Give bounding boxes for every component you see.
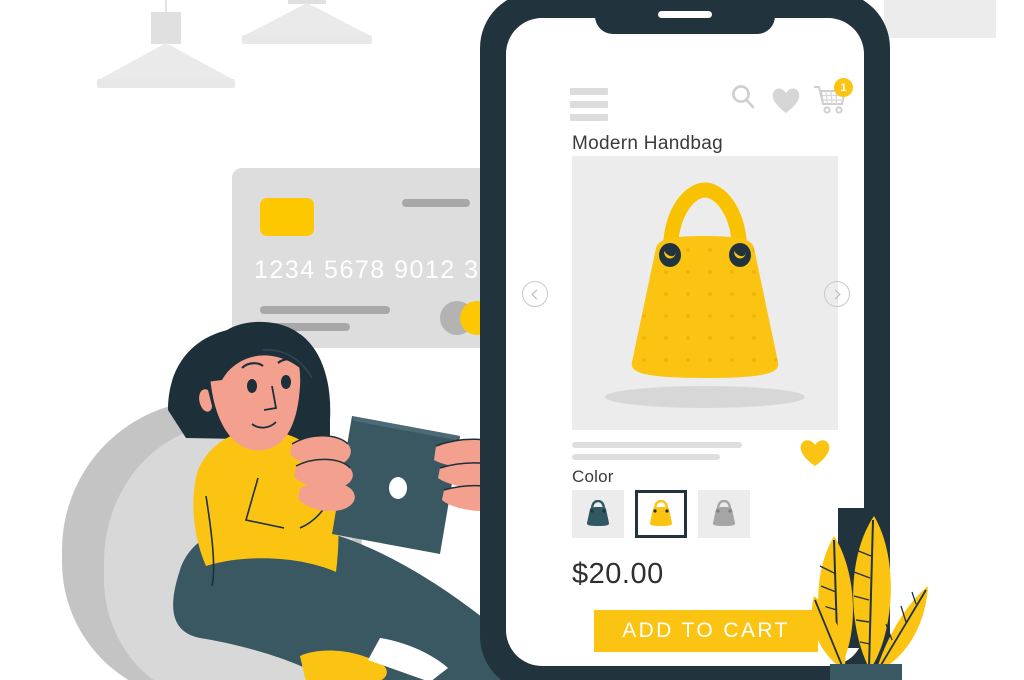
description-line-2	[572, 454, 720, 460]
wishlist-heart-icon[interactable]	[770, 85, 802, 120]
product-title: Modern Handbag	[572, 133, 724, 154]
phone-screen: 1 Modern Handbag Color $20.00 ADD TO CAR…	[506, 18, 864, 666]
hand-lower	[290, 435, 355, 512]
card-top-line	[402, 199, 470, 207]
hamburger-menu-icon[interactable]	[570, 88, 608, 121]
cart-badge: 1	[834, 78, 853, 97]
card-chip-icon	[260, 198, 314, 236]
bag-ring-left	[659, 243, 681, 267]
color-label: Color	[572, 467, 614, 486]
description-line-1	[572, 442, 742, 448]
phone-speaker	[658, 11, 712, 18]
pendant-lamp-right	[242, 0, 372, 80]
lamp-shade	[100, 43, 232, 79]
lamp-lip	[97, 79, 235, 88]
bag-ring-right	[729, 243, 751, 267]
favorite-heart-icon[interactable]	[798, 437, 832, 472]
shopping-cart-icon[interactable]: 1	[812, 78, 853, 121]
product-price: $20.00	[572, 558, 664, 590]
color-swatch-gray[interactable]	[698, 490, 750, 538]
search-icon[interactable]	[728, 82, 758, 117]
lamp-shade	[245, 3, 369, 35]
menu-bar-1	[570, 88, 608, 95]
product-image[interactable]	[572, 156, 838, 430]
prev-image-button[interactable]	[522, 281, 548, 307]
eye-right	[281, 375, 291, 389]
color-swatch-teal[interactable]	[572, 490, 624, 538]
card-name-line	[260, 306, 390, 314]
app-bar: 1	[506, 76, 864, 122]
plant-pot	[830, 664, 902, 680]
color-swatches	[572, 490, 750, 538]
add-to-cart-button[interactable]: ADD TO CART	[594, 610, 818, 652]
cart-badge-count: 1	[840, 81, 847, 94]
eye-left	[247, 379, 257, 393]
tablet-camera	[389, 477, 407, 499]
menu-bar-3	[570, 114, 608, 121]
potted-plant	[812, 508, 928, 680]
lamp-lip	[242, 35, 372, 44]
tablet	[332, 416, 460, 554]
next-image-button[interactable]	[824, 281, 850, 307]
illustration-scene: 1234 5678 9012 345 1 Modern Handbag Colo…	[0, 0, 1024, 680]
yellow-handbag-graphic	[631, 182, 779, 378]
pendant-lamp-left	[97, 0, 235, 110]
wall-picture-frame	[884, 0, 996, 38]
card-number: 1234 5678 9012 345	[254, 256, 511, 284]
lamp-neck	[151, 12, 181, 44]
menu-bar-2	[570, 101, 608, 108]
color-swatch-yellow[interactable]	[635, 490, 687, 538]
